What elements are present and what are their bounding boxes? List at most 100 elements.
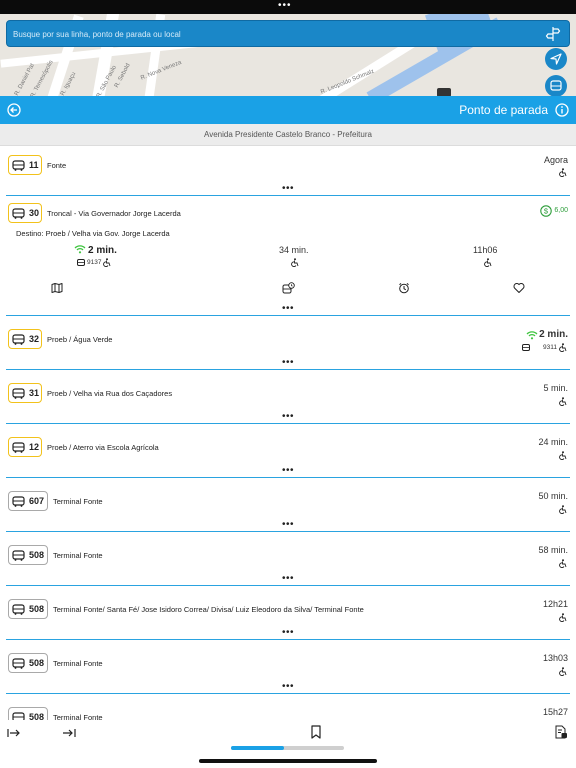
vehicle-number: 9137 xyxy=(87,259,102,266)
back-arrow-icon[interactable] xyxy=(7,103,21,117)
stop-header: Ponto de parada xyxy=(0,96,576,124)
line-card[interactable]: 12 Proeb / Aterro via Escola Agrícola 24 m… xyxy=(6,424,570,478)
search-input[interactable] xyxy=(13,26,533,42)
wheelchair-icon xyxy=(559,613,567,622)
bus-icon xyxy=(550,80,562,91)
bus-schedule-icon[interactable] xyxy=(282,282,295,295)
more-options-icon[interactable]: ••• xyxy=(282,358,294,368)
more-options-icon[interactable]: ••• xyxy=(282,184,294,194)
bus-icon xyxy=(12,712,25,720)
stop-name: Avenida Presidente Castelo Branco - Pref… xyxy=(0,124,576,146)
wheelchair-icon xyxy=(559,451,567,460)
wheelchair-icon xyxy=(559,397,567,406)
line-card[interactable]: 32 Proeb / Água Verde 2 min. 9311 ••• xyxy=(6,316,570,370)
more-options-icon[interactable]: ••• xyxy=(282,412,294,422)
my-location-button[interactable] xyxy=(545,48,567,70)
destination-text: Destino: Proeb / Velha via Gov. Jorge La… xyxy=(16,229,170,238)
line-name: Troncal - Via Governador Jorge Lacerda xyxy=(47,209,181,218)
bus-icon xyxy=(522,344,530,351)
wheelchair-icon xyxy=(103,258,111,267)
line-badge: 508 xyxy=(8,545,48,565)
bus-icon xyxy=(12,388,25,399)
more-options-icon[interactable]: ••• xyxy=(282,574,294,584)
line-number: 32 xyxy=(29,334,40,344)
line-name: Terminal Fonte xyxy=(53,659,103,668)
line-number: 31 xyxy=(29,388,40,398)
expand-right-icon[interactable] xyxy=(62,726,76,740)
more-options-icon[interactable]: ••• xyxy=(282,628,294,638)
arrival-time: 2 min. xyxy=(539,329,568,340)
sheet-progress-fill xyxy=(231,746,285,750)
arrival-time: 50 min. xyxy=(538,491,568,501)
arrival-time: 13h03 xyxy=(542,653,568,663)
arrival-time: 5 min. xyxy=(543,383,568,393)
bookmark-icon[interactable] xyxy=(309,725,323,739)
bus-icon xyxy=(12,160,25,171)
svg-text:$: $ xyxy=(544,207,549,216)
departure-time: 2 min. xyxy=(88,245,117,256)
navigation-arrow-icon xyxy=(550,53,562,65)
arrival-time: Agora xyxy=(543,155,568,165)
show-buses-button[interactable] xyxy=(545,75,567,97)
line-name: Fonte xyxy=(47,161,67,170)
more-options-icon[interactable]: ••• xyxy=(282,304,294,314)
vehicle-number: 9311 xyxy=(543,344,557,351)
bus-icon xyxy=(12,550,25,561)
line-badge: 508 xyxy=(8,653,48,673)
line-number: 30 xyxy=(29,208,40,218)
wheelchair-icon xyxy=(559,168,567,177)
line-card[interactable]: 31 Proeb / Velha via Rua dos Caçadores 5 m… xyxy=(6,370,570,424)
line-card[interactable]: 508 Terminal Fonte/ Santa Fé/ Jose Isidor… xyxy=(6,586,570,640)
sheet-progress-bar[interactable] xyxy=(231,746,344,750)
alarm-icon[interactable] xyxy=(398,282,410,294)
search-bar xyxy=(6,20,570,47)
line-badge: 11 xyxy=(8,155,42,175)
wheelchair-icon xyxy=(559,505,567,514)
line-badge: 508 xyxy=(8,707,48,720)
favorite-icon[interactable] xyxy=(513,282,525,294)
line-card-expanded[interactable]: 30 Troncal - Via Governador Jorge Lacerd… xyxy=(6,196,570,316)
collapse-left-icon[interactable] xyxy=(7,726,21,740)
more-options-icon[interactable]: ••• xyxy=(282,466,294,476)
fare-dollar-icon: $ xyxy=(540,205,552,217)
line-card[interactable]: 508 Terminal Fonte 58 min. ••• xyxy=(6,532,570,586)
line-number: 508 xyxy=(29,550,45,560)
fare-value: 6,00 xyxy=(554,207,568,214)
line-name: Terminal Fonte xyxy=(53,713,103,720)
wheelchair-icon xyxy=(559,667,567,676)
info-icon[interactable] xyxy=(555,103,569,117)
document-bus-icon[interactable] xyxy=(554,725,568,739)
multitasking-dots-icon[interactable]: ••• xyxy=(278,1,292,11)
bus-icon xyxy=(12,208,25,219)
line-card[interactable]: 11 Fonte Agora ••• xyxy=(6,148,570,196)
line-card[interactable]: 607 Terminal Fonte 50 min. ••• xyxy=(6,478,570,532)
line-badge: 31 xyxy=(8,383,42,403)
line-name: Proeb / Aterro via Escola Agrícola xyxy=(47,443,159,452)
directions-icon[interactable] xyxy=(545,26,561,42)
line-number: 12 xyxy=(29,442,40,452)
home-indicator[interactable] xyxy=(199,759,377,763)
line-number: 508 xyxy=(29,712,45,720)
map-bus-marker-icon[interactable] xyxy=(437,88,451,96)
line-name: Terminal Fonte xyxy=(53,551,103,560)
more-options-icon[interactable]: ••• xyxy=(282,520,294,530)
line-card[interactable]: 508 Terminal Fonte 13h03 ••• xyxy=(6,640,570,694)
arrival-time: 12h21 xyxy=(542,599,568,609)
map-icon[interactable] xyxy=(51,282,63,294)
bus-icon xyxy=(12,442,25,453)
line-badge: 30 xyxy=(8,203,42,223)
line-name: Proeb / Água Verde xyxy=(47,335,113,344)
bus-icon xyxy=(12,496,25,507)
arrival-time: 24 min. xyxy=(538,437,568,447)
bus-icon xyxy=(12,604,25,615)
live-tracking-icon xyxy=(74,245,86,254)
wheelchair-icon xyxy=(559,343,567,352)
line-badge: 32 xyxy=(8,329,42,349)
top-status-bar: ••• xyxy=(0,0,576,14)
line-card[interactable]: 508Terminal Fonte15h27••• xyxy=(6,694,570,720)
line-number: 11 xyxy=(29,160,39,170)
bus-icon xyxy=(77,259,85,266)
more-options-icon[interactable]: ••• xyxy=(282,682,294,692)
lines-list[interactable]: 11 Fonte Agora ••• 30 Troncal - Via Gove… xyxy=(6,148,570,720)
arrival-time: 58 min. xyxy=(538,545,568,555)
